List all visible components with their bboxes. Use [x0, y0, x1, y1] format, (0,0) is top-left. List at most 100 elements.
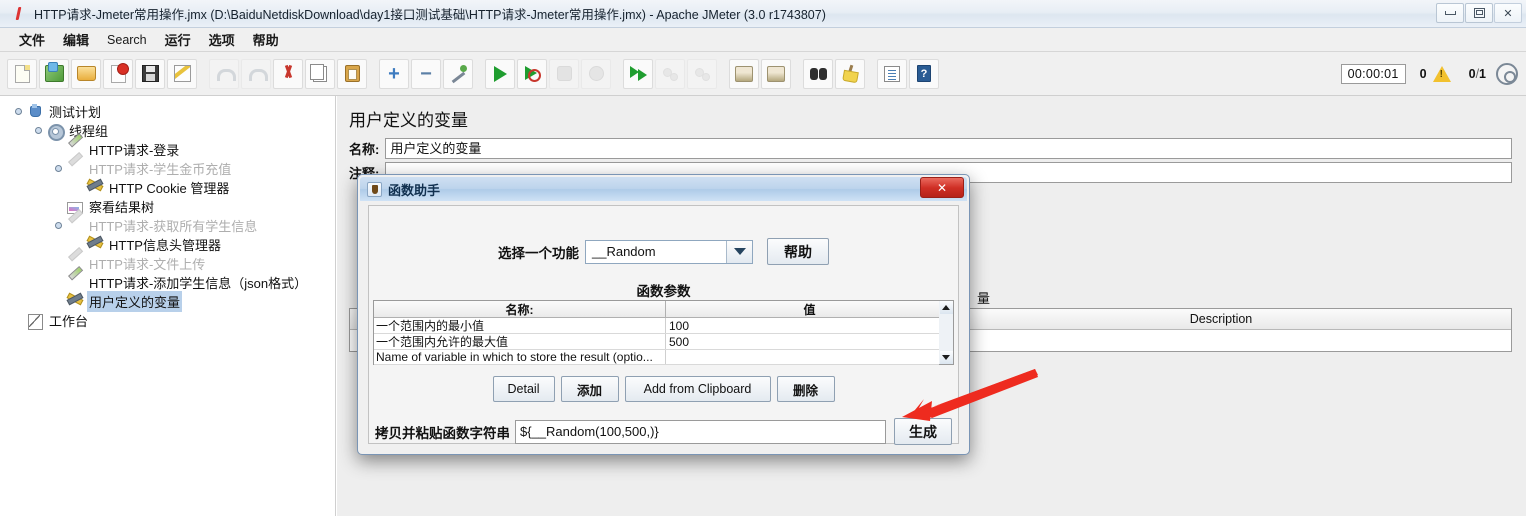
menu-edit[interactable]: 编辑	[54, 27, 98, 52]
tree-node[interactable]: 察看结果树	[8, 197, 335, 216]
restore-button[interactable]	[1465, 3, 1493, 23]
window-titlebar: HTTP请求-Jmeter常用操作.jmx (D:\BaiduNetdiskDo…	[0, 0, 1526, 28]
warning-triangle-icon[interactable]	[1432, 66, 1451, 82]
redo-button[interactable]	[241, 58, 271, 89]
param-row[interactable]: 一个范围内允许的最大值 500	[374, 334, 953, 350]
tree-node[interactable]: HTTP请求-获取所有学生信息	[8, 216, 335, 235]
remote-shutdown-all-button[interactable]	[687, 58, 717, 89]
stop-button[interactable]	[549, 58, 579, 89]
start-no-pauses-button[interactable]	[517, 58, 547, 89]
close-button[interactable]: ✕	[1494, 3, 1522, 23]
tree-node-label: HTTP请求-登录	[89, 143, 180, 158]
remote-start-all-button[interactable]	[623, 58, 653, 89]
tree-expander-icon[interactable]	[54, 163, 66, 175]
variables-section-label: 量	[977, 291, 991, 306]
tree-node-label: 用户定义的变量	[87, 291, 183, 312]
detail-button[interactable]: Detail	[492, 376, 555, 402]
cell-description[interactable]	[931, 330, 1511, 351]
param-name: 一个范围内允许的最大值	[374, 334, 666, 349]
tree-expander-icon[interactable]	[34, 125, 46, 137]
add-button[interactable]: 添加	[560, 376, 619, 402]
minimize-button[interactable]	[1436, 3, 1464, 23]
tree-expander-icon[interactable]	[14, 106, 26, 118]
tree-node-label: HTTP请求-获取所有学生信息	[89, 219, 258, 234]
clear-button[interactable]	[729, 58, 759, 89]
delete-button[interactable]: 删除	[776, 376, 835, 402]
menu-file[interactable]: 文件	[10, 27, 54, 52]
copy-button[interactable]	[305, 58, 335, 89]
clear-all-button[interactable]	[761, 58, 791, 89]
reset-search-button[interactable]	[835, 58, 865, 89]
start-button[interactable]	[485, 58, 515, 89]
tree-node[interactable]: HTTP请求-文件上传	[8, 254, 335, 273]
save-as-button[interactable]	[167, 58, 197, 89]
collapse-all-button[interactable]: −	[411, 58, 441, 89]
new-button[interactable]	[7, 58, 37, 89]
name-input[interactable]: 用户定义的变量	[385, 138, 1512, 159]
remote-stop-all-button[interactable]	[655, 58, 685, 89]
save-button[interactable]	[135, 58, 165, 89]
tree-node-label: HTTP请求-文件上传	[89, 257, 206, 272]
error-indicator-icon[interactable]	[1496, 63, 1518, 85]
undo-button[interactable]	[209, 58, 239, 89]
remote-start-icon	[629, 66, 647, 81]
generate-button[interactable]: 生成	[894, 418, 952, 445]
tree-node[interactable]: HTTP请求-登录	[8, 140, 335, 159]
menu-options[interactable]: 选项	[200, 27, 244, 52]
tree-node[interactable]: HTTP请求-学生金币充值	[8, 159, 335, 178]
tree-node[interactable]: HTTP Cookie 管理器	[8, 178, 335, 197]
expand-all-button[interactable]: +	[379, 58, 409, 89]
function-helper-button[interactable]	[877, 58, 907, 89]
open-button[interactable]	[71, 58, 101, 89]
param-value[interactable]	[666, 350, 953, 364]
menu-run[interactable]: 运行	[156, 27, 200, 52]
play-icon	[493, 65, 507, 82]
shutdown-button[interactable]	[581, 58, 611, 89]
function-select-combo[interactable]: __Random	[585, 239, 753, 264]
tree-node[interactable]: HTTP请求-添加学生信息（json格式）	[8, 273, 335, 292]
jmeter-feather-icon	[12, 6, 26, 22]
params-table-scrollbar[interactable]	[939, 300, 954, 365]
java-coffee-icon	[367, 181, 382, 197]
tree-node[interactable]: 测试计划	[8, 102, 335, 121]
help-button[interactable]: 帮助	[767, 238, 829, 265]
scroll-up-arrow-icon[interactable]	[939, 301, 953, 314]
tree-node[interactable]: 用户定义的变量	[8, 291, 335, 312]
new-page-icon	[14, 64, 30, 83]
templates-icon	[44, 62, 64, 82]
tree-node[interactable]: 线程组	[8, 121, 335, 141]
params-column-value[interactable]: 值	[666, 301, 953, 317]
warning-count: 0	[1419, 67, 1427, 81]
tree-expander-icon[interactable]	[54, 220, 66, 232]
function-params-table[interactable]: 名称: 值 一个范围内的最小值 100 一个范围内允许的最大值 500 Name…	[373, 300, 954, 365]
param-row[interactable]: Name of variable in which to store the r…	[374, 350, 953, 365]
thread-counter: 0/1	[1469, 67, 1486, 81]
test-plan-tree[interactable]: 测试计划 线程组 HTTP请求-登录 HTTP请求-学生金币充值 HTTP Cookie…	[0, 96, 335, 330]
scroll-down-arrow-icon[interactable]	[939, 351, 953, 364]
search-button[interactable]	[803, 58, 833, 89]
column-header-description[interactable]: Description	[931, 309, 1511, 329]
params-column-name[interactable]: 名称:	[374, 301, 666, 317]
function-select-value: __Random	[592, 244, 656, 259]
help-button[interactable]: ?	[909, 58, 939, 89]
param-row[interactable]: 一个范围内的最小值 100	[374, 318, 953, 334]
http-request-icon	[66, 275, 83, 291]
minus-icon: −	[420, 62, 432, 85]
close-document-button[interactable]	[103, 58, 133, 89]
param-value[interactable]: 100	[666, 318, 953, 333]
toggle-button[interactable]	[443, 58, 473, 89]
templates-button[interactable]	[39, 58, 69, 89]
tree-node[interactable]: 工作台	[8, 311, 335, 330]
chevron-down-icon[interactable]	[726, 240, 752, 263]
dialog-close-button[interactable]: ✕	[920, 177, 964, 198]
function-string-input[interactable]: ${__Random(100,500,)}	[515, 419, 886, 444]
paste-button[interactable]	[337, 58, 367, 89]
add-from-clipboard-button[interactable]: Add from Clipboard	[624, 376, 771, 402]
threads-active: 0	[1468, 67, 1476, 81]
menu-search[interactable]: Search	[98, 30, 156, 50]
menu-help[interactable]: 帮助	[244, 27, 288, 52]
dialog-titlebar[interactable]: 函数助手 ✕	[360, 177, 967, 201]
param-value[interactable]: 500	[666, 334, 953, 349]
cut-button[interactable]	[273, 58, 303, 89]
tree-node[interactable]: HTTP信息头管理器	[8, 235, 335, 254]
